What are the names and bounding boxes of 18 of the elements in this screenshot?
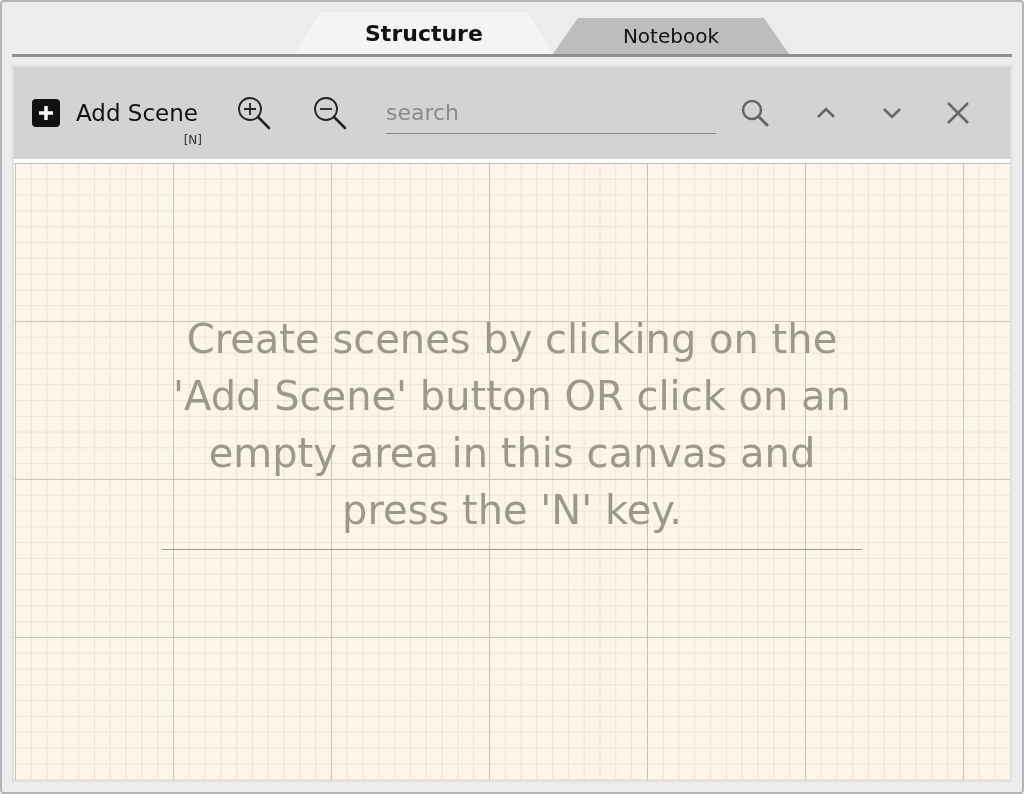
zoom-in-icon <box>235 95 272 131</box>
zoom-out-button[interactable] <box>311 95 348 131</box>
tab[interactable]: Structure <box>295 12 553 54</box>
empty-canvas-hint: Create scenes by clicking on the 'Add Scene' button OR click on an empty area in this canvas and press the 'N' key. <box>162 311 862 550</box>
zoom-in-button[interactable] <box>235 95 272 131</box>
shortcut-label: [N] <box>183 133 202 147</box>
chevron-up-icon <box>815 107 836 119</box>
close-button[interactable] <box>945 101 970 125</box>
search-field[interactable]: search <box>385 92 716 134</box>
search-button[interactable] <box>739 98 770 128</box>
close-icon <box>945 101 970 125</box>
previous-button[interactable] <box>815 107 836 119</box>
next-button[interactable] <box>881 107 902 119</box>
search-icon <box>739 98 770 128</box>
chevron-down-icon <box>881 107 902 119</box>
zoom-out-icon <box>311 95 348 131</box>
tab[interactable]: Notebook <box>552 18 789 54</box>
plus-icon <box>32 99 60 127</box>
